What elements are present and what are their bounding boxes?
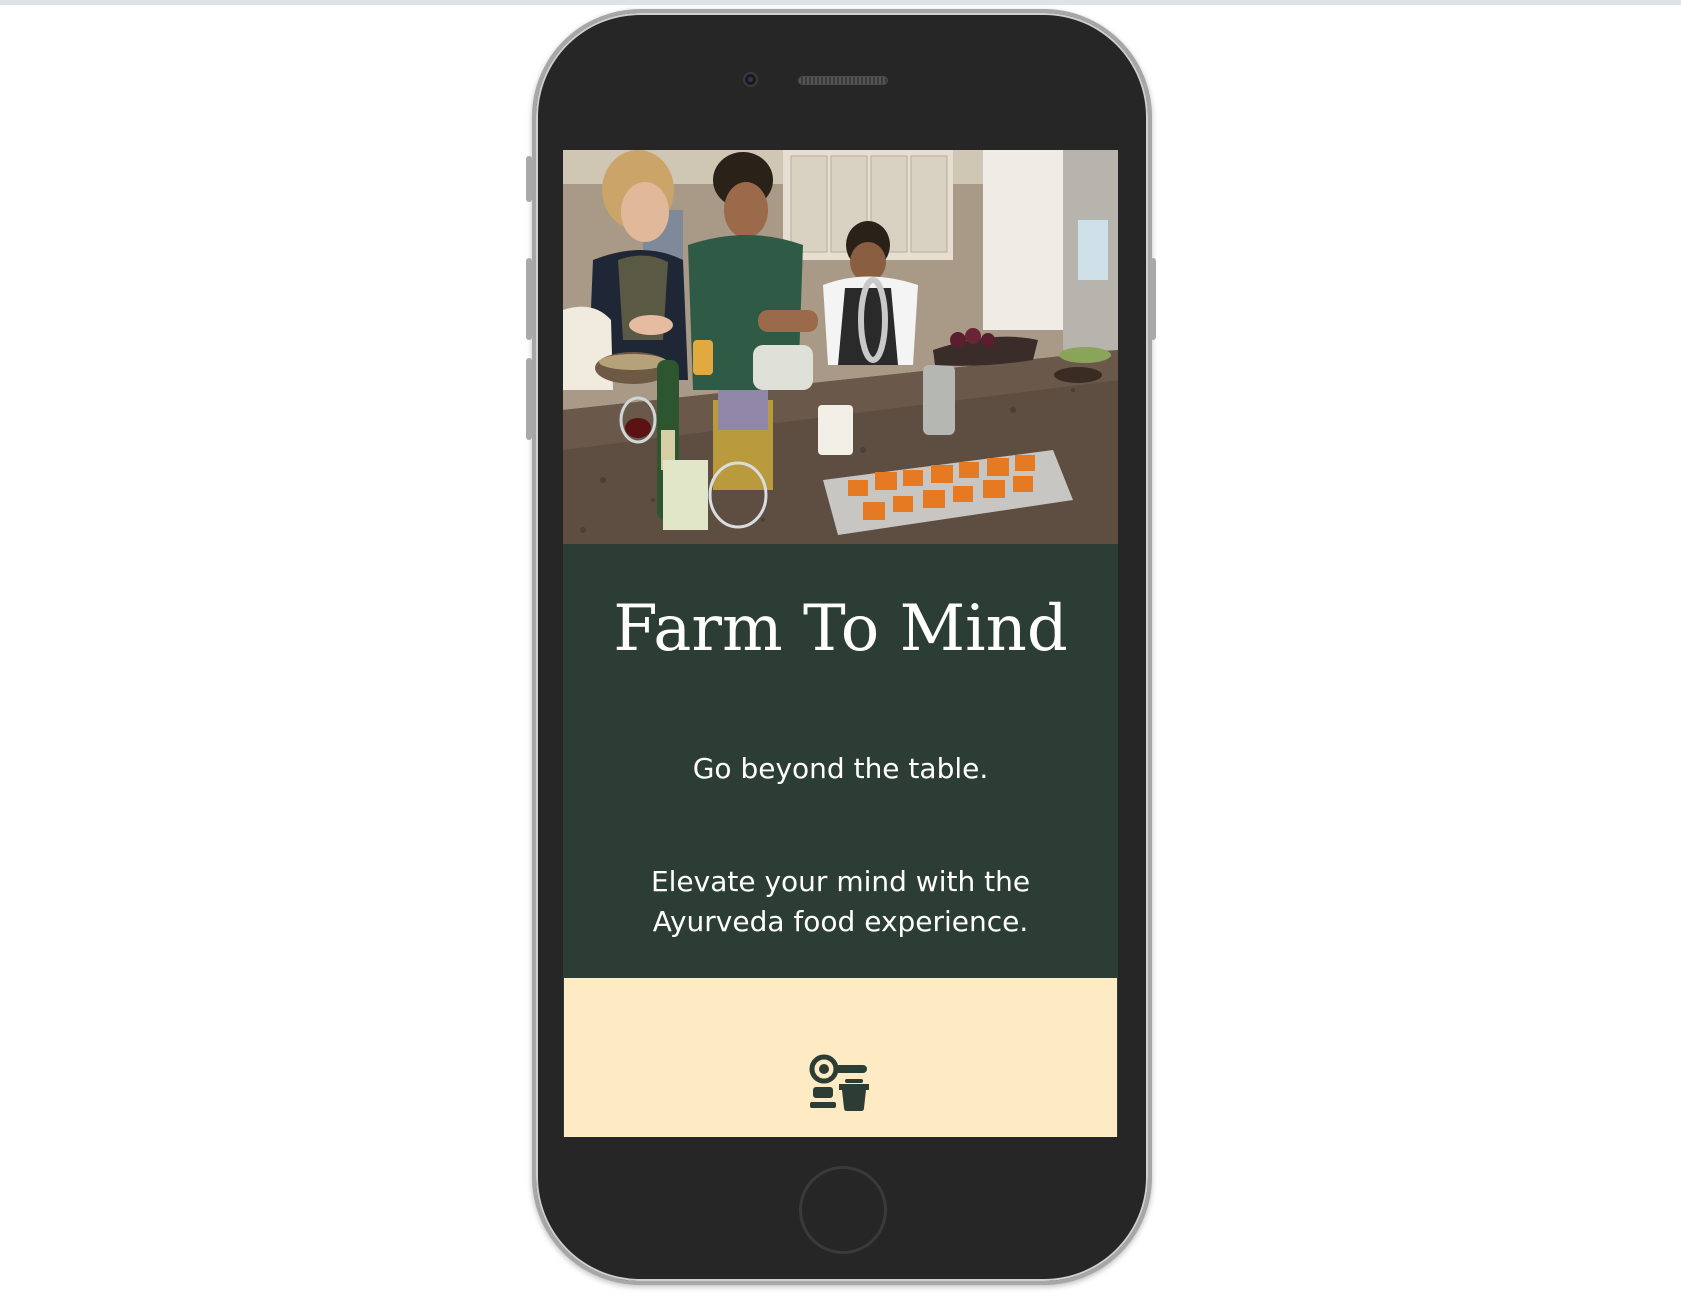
- subtitle-text: Go beyond the table.: [692, 752, 989, 785]
- phone-screen: Farm To Mind Go beyond the table. Elevat…: [563, 150, 1118, 1137]
- power-button: [1150, 258, 1156, 340]
- hero-image: [563, 150, 1118, 544]
- front-camera: [743, 72, 758, 87]
- feature-section: [564, 978, 1117, 1137]
- kitchen-tools-icon: [809, 1054, 869, 1111]
- home-button[interactable]: [799, 1166, 887, 1254]
- mute-switch: [526, 156, 532, 202]
- earpiece-speaker: [798, 76, 888, 85]
- browser-top-bar: [0, 0, 1681, 5]
- volume-down-button: [526, 358, 532, 440]
- intro-section: Farm To Mind Go beyond the table. Elevat…: [563, 544, 1118, 978]
- tagline-text: Elevate your mind with the Ayurveda food…: [650, 865, 1031, 938]
- hero-photo-illustration: [563, 150, 1118, 544]
- page-title: Farm To Mind: [613, 592, 1068, 666]
- volume-up-button: [526, 258, 532, 340]
